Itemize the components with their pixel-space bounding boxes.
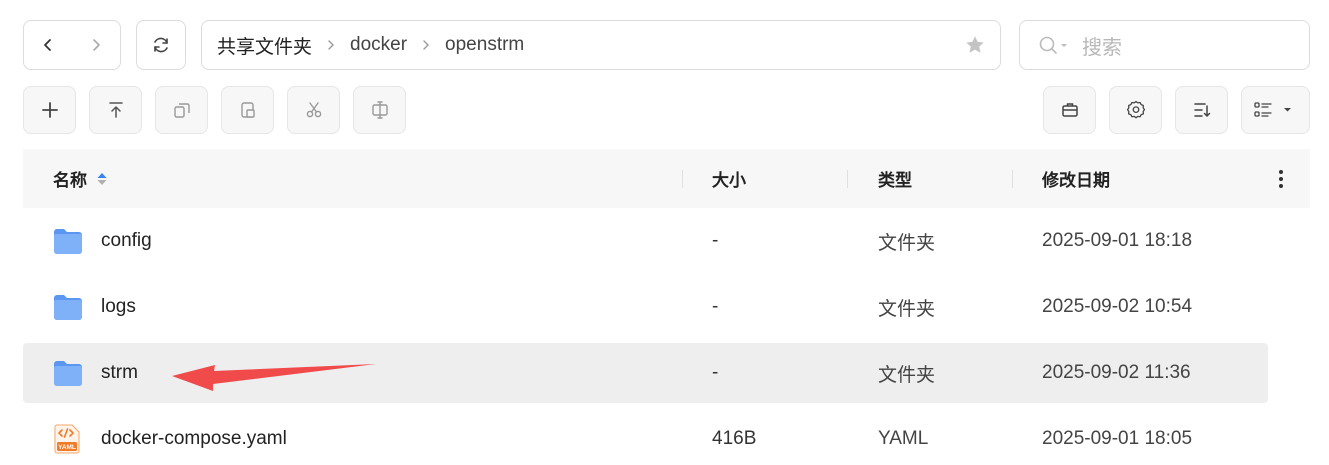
paste-icon xyxy=(240,102,255,118)
folder-icon xyxy=(53,277,83,337)
chevron-right-icon xyxy=(326,39,336,51)
breadcrumb[interactable]: 共享文件夹 docker openstrm xyxy=(201,20,1001,70)
list-view-icon xyxy=(1253,102,1291,117)
file-modified: 2025-09-01 18:18 xyxy=(1042,230,1193,251)
copy-icon xyxy=(173,103,190,118)
table-header: 名称 大小 类型 修改日期 xyxy=(23,149,1310,208)
star-icon[interactable] xyxy=(964,34,986,56)
chevron-left-icon xyxy=(43,39,51,51)
plus-icon xyxy=(41,102,58,118)
file-modified: 2025-09-01 18:05 xyxy=(1042,428,1193,449)
file-name[interactable]: config xyxy=(101,211,152,271)
search-placeholder: 搜索 xyxy=(1082,36,1122,59)
column-header-name-label: 名称 xyxy=(53,171,87,190)
paste-button[interactable] xyxy=(221,86,274,134)
file-size: - xyxy=(712,296,719,317)
new-button[interactable] xyxy=(23,86,76,134)
file-type: 文件夹 xyxy=(878,364,936,386)
yaml-file-icon: YAML xyxy=(53,409,81,465)
column-header-type-label: 类型 xyxy=(878,171,912,190)
more-vertical-icon xyxy=(1279,169,1283,188)
table-row[interactable]: config - 文件夹 2025-09-01 18:18 xyxy=(23,211,1268,271)
column-header-type[interactable]: 类型 xyxy=(878,149,912,208)
refresh-icon xyxy=(154,37,168,53)
file-modified: 2025-09-02 11:36 xyxy=(1042,362,1191,383)
file-size: 416B xyxy=(712,428,757,449)
file-name[interactable]: strm xyxy=(101,343,138,403)
file-modified: 2025-09-02 10:54 xyxy=(1042,296,1193,317)
cut-icon xyxy=(306,102,321,118)
briefcase-button[interactable] xyxy=(1043,86,1096,134)
column-divider xyxy=(847,170,848,188)
sort-button[interactable] xyxy=(1175,86,1228,134)
copy-button[interactable] xyxy=(155,86,208,134)
file-size: - xyxy=(712,362,719,383)
search-input[interactable]: 搜索 xyxy=(1019,20,1310,70)
chevron-right-icon xyxy=(93,39,101,51)
file-size: - xyxy=(712,230,719,251)
settings-button[interactable] xyxy=(1109,86,1162,134)
folder-icon xyxy=(53,343,83,403)
breadcrumb-item-shared[interactable]: 共享文件夹 xyxy=(217,32,312,59)
breadcrumb-item-docker[interactable]: docker xyxy=(350,34,407,56)
forward-button[interactable] xyxy=(72,21,120,69)
rename-icon xyxy=(371,101,388,119)
file-type: YAML xyxy=(878,428,929,449)
yaml-badge-label: YAML xyxy=(58,444,76,451)
back-button[interactable] xyxy=(24,21,72,69)
view-mode-dropdown[interactable] xyxy=(1241,86,1310,134)
column-divider xyxy=(682,170,683,188)
breadcrumb-item-openstrm[interactable]: openstrm xyxy=(445,34,524,56)
column-header-name[interactable]: 名称 xyxy=(53,149,109,208)
search-icon xyxy=(1039,36,1067,54)
table-row[interactable]: YAML docker-compose.yaml 416B YAML 2025-… xyxy=(23,409,1268,465)
upload-icon xyxy=(108,102,123,118)
briefcase-icon xyxy=(1061,103,1078,117)
column-header-modified[interactable]: 修改日期 xyxy=(1042,149,1110,208)
rename-button[interactable] xyxy=(353,86,406,134)
file-type: 文件夹 xyxy=(878,298,936,320)
sort-ascending-icon xyxy=(97,172,107,185)
column-header-size[interactable]: 大小 xyxy=(712,149,746,208)
table-row-selected[interactable]: strm - 文件夹 2025-09-02 11:36 xyxy=(23,343,1268,403)
column-header-size-label: 大小 xyxy=(712,171,746,190)
chevron-right-icon xyxy=(421,39,431,51)
file-name[interactable]: docker-compose.yaml xyxy=(101,409,287,465)
folder-icon xyxy=(53,211,83,271)
history-nav-group xyxy=(23,20,121,70)
upload-button[interactable] xyxy=(89,86,142,134)
file-type: 文件夹 xyxy=(878,232,936,254)
cut-button[interactable] xyxy=(287,86,340,134)
refresh-button[interactable] xyxy=(136,20,186,70)
gear-icon xyxy=(1126,100,1145,119)
table-row[interactable]: logs - 文件夹 2025-09-02 10:54 xyxy=(23,277,1268,337)
column-header-modified-label: 修改日期 xyxy=(1042,171,1110,190)
sort-icon xyxy=(1193,103,1210,117)
file-name[interactable]: logs xyxy=(101,277,136,337)
column-options-button[interactable] xyxy=(1278,149,1284,208)
column-divider xyxy=(1012,170,1013,188)
